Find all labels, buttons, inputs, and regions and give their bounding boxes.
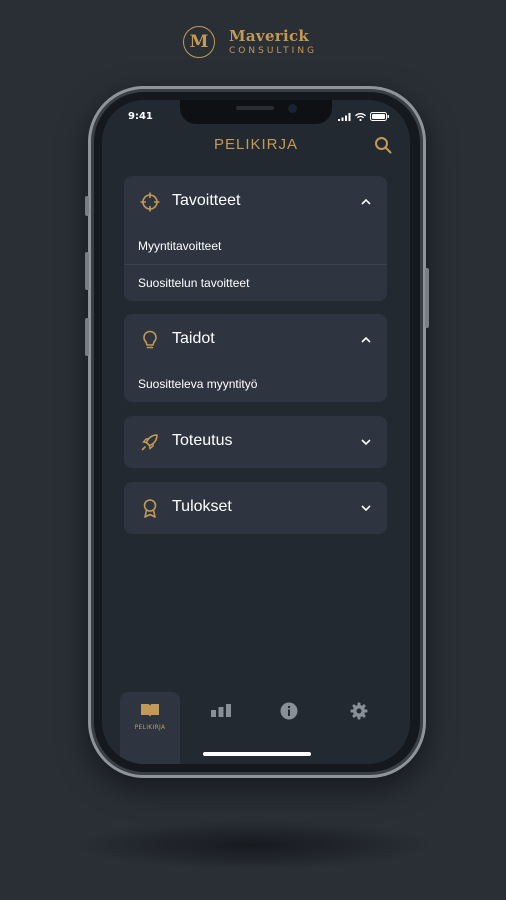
info-icon <box>280 702 298 720</box>
power-button <box>425 268 429 328</box>
phone-screen: 9:41 PELIKIRJA Tavoitteet Myyntitavoitte… <box>102 100 410 764</box>
tab-settings[interactable] <box>330 692 390 764</box>
chevron-up-icon[interactable] <box>360 197 372 207</box>
front-camera <box>288 104 297 113</box>
home-indicator[interactable] <box>203 752 311 756</box>
signal-icon <box>338 112 351 121</box>
battery-icon <box>370 112 389 121</box>
section-header-tulokset[interactable]: Tulokset <box>124 482 387 534</box>
section-title: Tavoitteet <box>172 192 241 209</box>
floor-shadow <box>70 820 436 870</box>
crosshair-icon <box>140 192 160 212</box>
tab-bar: PELIKIRJA <box>102 692 410 764</box>
brand-name: Maverick <box>229 26 310 45</box>
section-title: Tulokset <box>172 498 232 515</box>
volume-down-button <box>85 318 89 356</box>
list-item-suosittelun-tavoitteet[interactable]: Suosittelun tavoitteet <box>124 264 387 301</box>
status-time: 9:41 <box>128 111 153 122</box>
silent-switch <box>85 196 89 216</box>
section-title: Toteutus <box>172 432 233 449</box>
brand-logo: M Maverick CONSULTING <box>183 26 317 58</box>
section-toteutus[interactable]: Toteutus <box>124 416 387 468</box>
brand-subtitle: CONSULTING <box>229 45 318 56</box>
bar-chart-icon <box>211 704 231 717</box>
notch <box>180 100 332 124</box>
tab-label: PELIKIRJA <box>134 724 166 731</box>
chevron-down-icon[interactable] <box>360 503 372 513</box>
speaker <box>236 106 274 110</box>
section-tavoitteet: Tavoitteet Myyntitavoitteet Suosittelun … <box>124 176 387 301</box>
rocket-icon <box>141 434 158 451</box>
chevron-down-icon[interactable] <box>360 437 372 447</box>
volume-up-button <box>85 252 89 290</box>
page-title: PELIKIRJA <box>213 136 299 153</box>
section-header-tavoitteet[interactable]: Tavoitteet <box>124 176 387 228</box>
award-icon <box>143 499 157 518</box>
wifi-icon <box>355 112 366 121</box>
brand-mark: M <box>183 26 215 58</box>
section-header-taidot[interactable]: Taidot <box>124 314 387 366</box>
search-icon[interactable] <box>374 136 392 154</box>
section-title: Taidot <box>172 330 215 347</box>
list-item-myyntitavoitteet[interactable]: Myyntitavoitteet <box>124 228 387 264</box>
list-item-suositteleva-myyntityo[interactable]: Suositteleva myyntityö <box>124 366 387 402</box>
gear-icon <box>350 702 368 720</box>
lightbulb-icon <box>143 330 157 349</box>
chevron-up-icon[interactable] <box>360 335 372 345</box>
book-icon <box>141 704 159 717</box>
section-tulokset[interactable]: Tulokset <box>124 482 387 534</box>
status-icons <box>338 112 390 121</box>
tab-pelikirja[interactable]: PELIKIRJA <box>120 692 180 764</box>
section-header-toteutus[interactable]: Toteutus <box>124 416 387 468</box>
section-taidot: Taidot Suositteleva myyntityö <box>124 314 387 402</box>
